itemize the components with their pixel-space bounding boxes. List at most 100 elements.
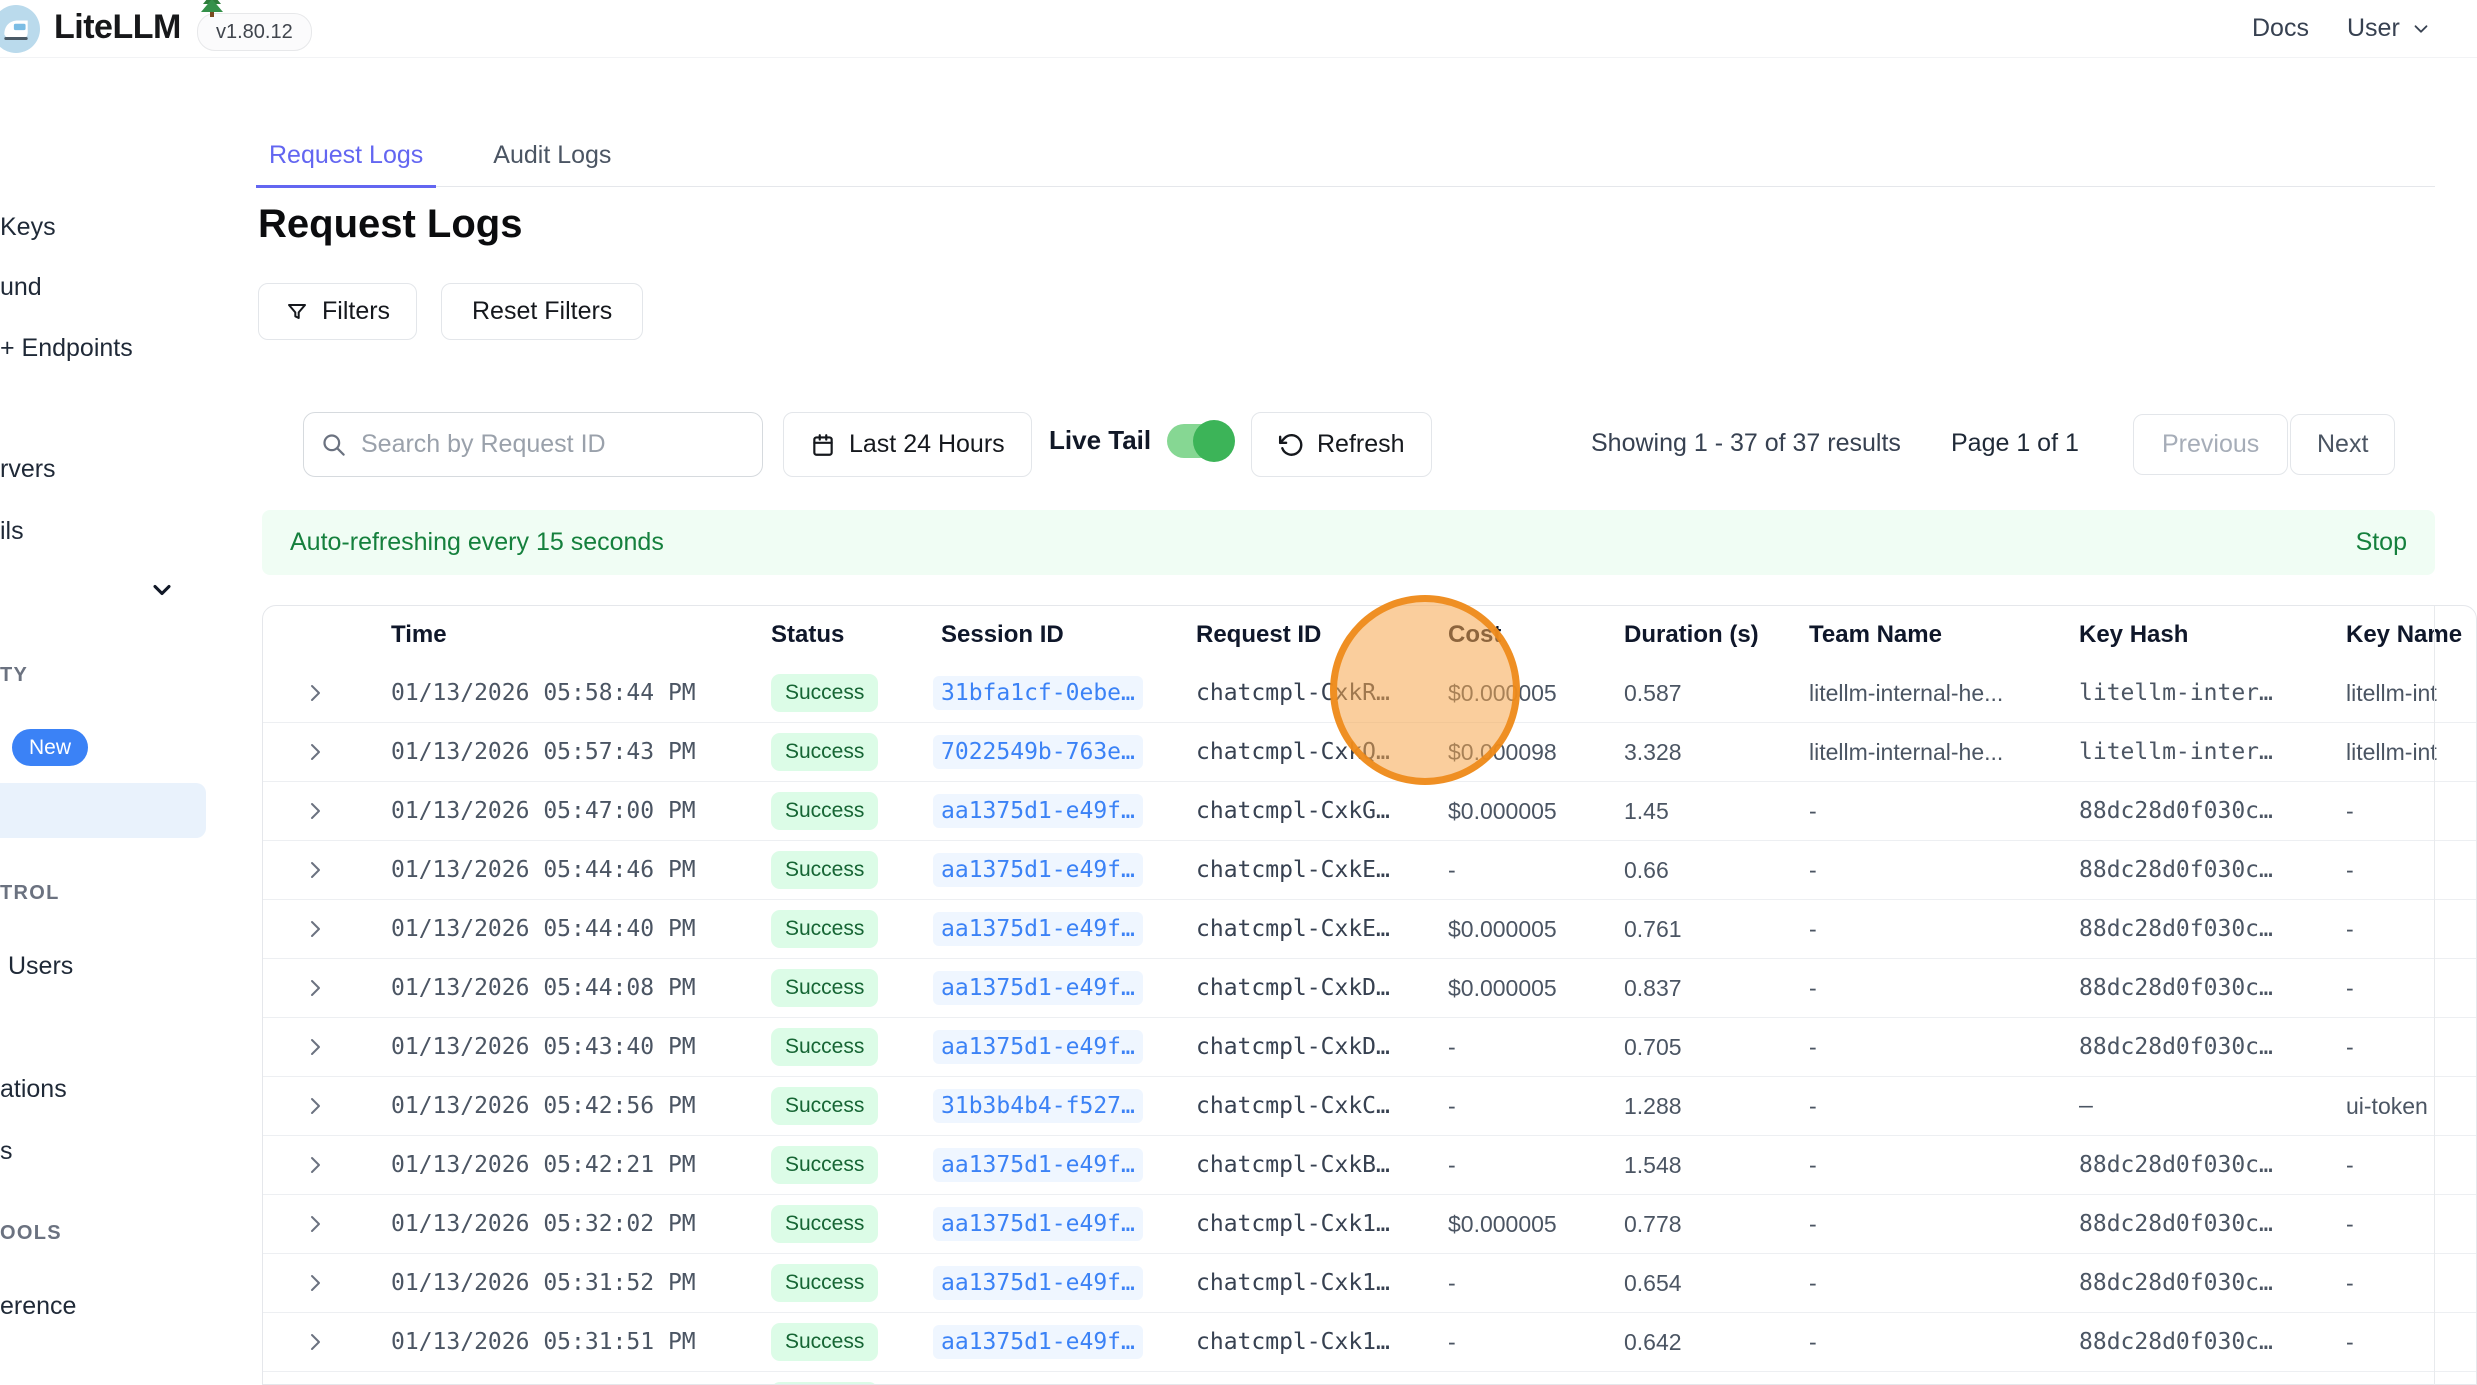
table-row[interactable]: 01/13/2026 05:44:40 PMSuccessaa1375d1-e4… xyxy=(263,900,2476,959)
sidebar-item-users[interactable]: Users xyxy=(8,951,73,981)
cell-expander xyxy=(263,1035,367,1059)
table-row[interactable]: 01/13/2026 05:31:52 PMSuccessaa1375d1-e4… xyxy=(263,1254,2476,1313)
tab-request-logs[interactable]: Request Logs xyxy=(256,141,436,188)
time-range-button[interactable]: Last 24 Hours xyxy=(783,412,1032,477)
cell-session-id: aa1375d1-e49f… xyxy=(917,1148,1172,1182)
sidebar-nav: New Keysund+ EndpointsrversilsTYTROLUser… xyxy=(0,57,255,1385)
header-time: Time xyxy=(367,621,747,649)
table-row[interactable]: 01/13/2026 05:58:44 PMSuccess31bfa1cf-0e… xyxy=(263,664,2476,723)
cell-status: Success xyxy=(747,1146,917,1183)
cell-duration: 1.45 xyxy=(1600,798,1785,825)
expand-chevron-icon[interactable] xyxy=(303,976,327,1000)
expand-chevron-icon[interactable] xyxy=(303,1271,327,1295)
expand-chevron-icon[interactable] xyxy=(303,799,327,823)
sidebar-collapse-chevron-icon[interactable] xyxy=(148,576,176,604)
cell-time: 01/13/2026 05:44:46 PM xyxy=(367,857,747,883)
filters-button-label: Filters xyxy=(322,297,390,326)
cell-key-hash: – xyxy=(2055,1093,2322,1119)
session-id-link[interactable]: aa1375d1-e49f… xyxy=(933,971,1143,1005)
cell-cost: $0.000005 xyxy=(1424,1211,1600,1238)
table-row[interactable]: 01/13/2026 05:57:43 PMSuccess7022549b-76… xyxy=(263,723,2476,782)
expand-chevron-icon[interactable] xyxy=(303,917,327,941)
session-id-link[interactable]: aa1375d1-e49f… xyxy=(933,853,1143,887)
page-title: Request Logs xyxy=(258,200,522,248)
litellm-logo[interactable] xyxy=(0,5,40,53)
expand-chevron-icon[interactable] xyxy=(303,1094,327,1118)
expand-chevron-icon[interactable] xyxy=(303,681,327,705)
table-row[interactable]: 01/13/2026 05:31:51 PMSuccessaa1375d1-e4… xyxy=(263,1313,2476,1372)
expand-chevron-icon[interactable] xyxy=(303,1212,327,1236)
sidebar-item-endpoints[interactable]: + Endpoints xyxy=(0,333,133,363)
cell-key-hash: 88dc28d0f030c… xyxy=(2055,1211,2322,1237)
sidebar-item-rvers[interactable]: rvers xyxy=(0,454,56,484)
docs-link[interactable]: Docs xyxy=(2252,14,2309,43)
previous-page-button[interactable]: Previous xyxy=(2133,414,2288,475)
cell-expander xyxy=(263,1212,367,1236)
cell-duration: 1.548 xyxy=(1600,1152,1785,1179)
sidebar-item-selected[interactable] xyxy=(0,783,206,838)
cell-expander xyxy=(263,1271,367,1295)
session-id-link[interactable]: 31b3b4b4-f527… xyxy=(933,1089,1143,1123)
sidebar-item-ations[interactable]: ations xyxy=(0,1074,67,1104)
expand-chevron-icon[interactable] xyxy=(303,858,327,882)
session-id-link[interactable]: aa1375d1-e49f… xyxy=(933,1148,1143,1182)
logs-tabs: Request Logs Audit Logs xyxy=(256,130,2435,187)
session-id-link[interactable]: aa1375d1-e49f… xyxy=(933,912,1143,946)
expand-chevron-icon[interactable] xyxy=(303,740,327,764)
table-row[interactable]: 01/13/2026 05:32:02 PMSuccessaa1375d1-e4… xyxy=(263,1195,2476,1254)
tab-audit-logs[interactable]: Audit Logs xyxy=(480,141,624,186)
expand-chevron-icon[interactable] xyxy=(303,1153,327,1177)
reset-filters-button[interactable]: Reset Filters xyxy=(441,283,643,340)
status-badge: Success xyxy=(771,1205,878,1242)
sidebar-item-ils[interactable]: ils xyxy=(0,516,24,546)
results-summary: Showing 1 - 37 of 37 results xyxy=(1591,429,1901,458)
session-id-link[interactable]: aa1375d1-e49f… xyxy=(933,1325,1143,1359)
train-icon xyxy=(0,12,33,46)
cell-key-name: - xyxy=(2322,1211,2476,1238)
session-id-link[interactable]: 31bfa1cf-0ebe… xyxy=(933,676,1143,710)
sidebar-item-keys[interactable]: Keys xyxy=(0,212,56,242)
expand-chevron-icon[interactable] xyxy=(303,1330,327,1354)
session-id-link[interactable]: aa1375d1-e49f… xyxy=(933,1030,1143,1064)
session-id-link[interactable]: 7022549b-763e… xyxy=(933,735,1143,769)
table-row[interactable]: 01/13/2026 05:47:00 PMSuccessaa1375d1-e4… xyxy=(263,782,2476,841)
refresh-label: Refresh xyxy=(1317,430,1405,459)
cell-session-id: aa1375d1-e49f… xyxy=(917,1266,1172,1300)
table-row[interactable]: 01/13/2026 05:44:08 PMSuccessaa1375d1-e4… xyxy=(263,959,2476,1018)
cell-cost: $0.000098 xyxy=(1424,739,1600,766)
sidebar-item-erence[interactable]: erence xyxy=(0,1291,76,1321)
cell-team-name: - xyxy=(1785,1211,2055,1238)
cell-key-name: - xyxy=(2322,1034,2476,1061)
live-tail-toggle[interactable] xyxy=(1167,424,1229,458)
refresh-button[interactable]: Refresh xyxy=(1251,412,1432,477)
table-row[interactable]: 01/13/2026 05:42:21 PMSuccessaa1375d1-e4… xyxy=(263,1136,2476,1195)
expand-chevron-icon[interactable] xyxy=(303,1035,327,1059)
table-row[interactable]: 01/13/2026 05:43:40 PMSuccessaa1375d1-e4… xyxy=(263,1018,2476,1077)
search-input[interactable] xyxy=(359,429,746,460)
cell-cost: - xyxy=(1424,1093,1600,1120)
cell-status: Success xyxy=(747,1028,917,1065)
brand-title[interactable]: LiteLLM xyxy=(54,8,181,47)
session-id-link[interactable]: aa1375d1-e49f… xyxy=(933,1266,1143,1300)
table-row[interactable]: 01/13/2026 05:31:38 PMSuccessaa1375d1-e4… xyxy=(263,1372,2476,1385)
table-row[interactable]: 01/13/2026 05:44:46 PMSuccessaa1375d1-e4… xyxy=(263,841,2476,900)
cell-duration: 0.837 xyxy=(1600,975,1785,1002)
cell-cost: - xyxy=(1424,1034,1600,1061)
cell-team-name: - xyxy=(1785,1034,2055,1061)
cell-key-hash: 88dc28d0f030c… xyxy=(2055,1329,2322,1355)
filters-button[interactable]: Filters xyxy=(258,283,417,340)
session-id-link[interactable]: aa1375d1-e49f… xyxy=(933,794,1143,828)
session-id-link[interactable]: aa1375d1-e49f… xyxy=(933,1207,1143,1241)
cell-session-id: aa1375d1-e49f… xyxy=(917,853,1172,887)
sidebar-item-und[interactable]: und xyxy=(0,272,42,302)
cell-request-id: chatcmpl-CxkG… xyxy=(1172,798,1424,824)
table-row[interactable]: 01/13/2026 05:42:56 PMSuccess31b3b4b4-f5… xyxy=(263,1077,2476,1136)
user-menu[interactable]: User xyxy=(2347,14,2432,43)
next-page-button[interactable]: Next xyxy=(2290,414,2395,475)
cell-request-id: chatcmpl-CxkR… xyxy=(1172,680,1424,706)
cell-request-id: chatcmpl-Cxk1… xyxy=(1172,1329,1424,1355)
sidebar-item-s[interactable]: s xyxy=(0,1136,13,1166)
cell-duration: 0.761 xyxy=(1600,916,1785,943)
stop-auto-refresh-link[interactable]: Stop xyxy=(2356,528,2407,557)
cell-key-hash: 88dc28d0f030c… xyxy=(2055,1270,2322,1296)
